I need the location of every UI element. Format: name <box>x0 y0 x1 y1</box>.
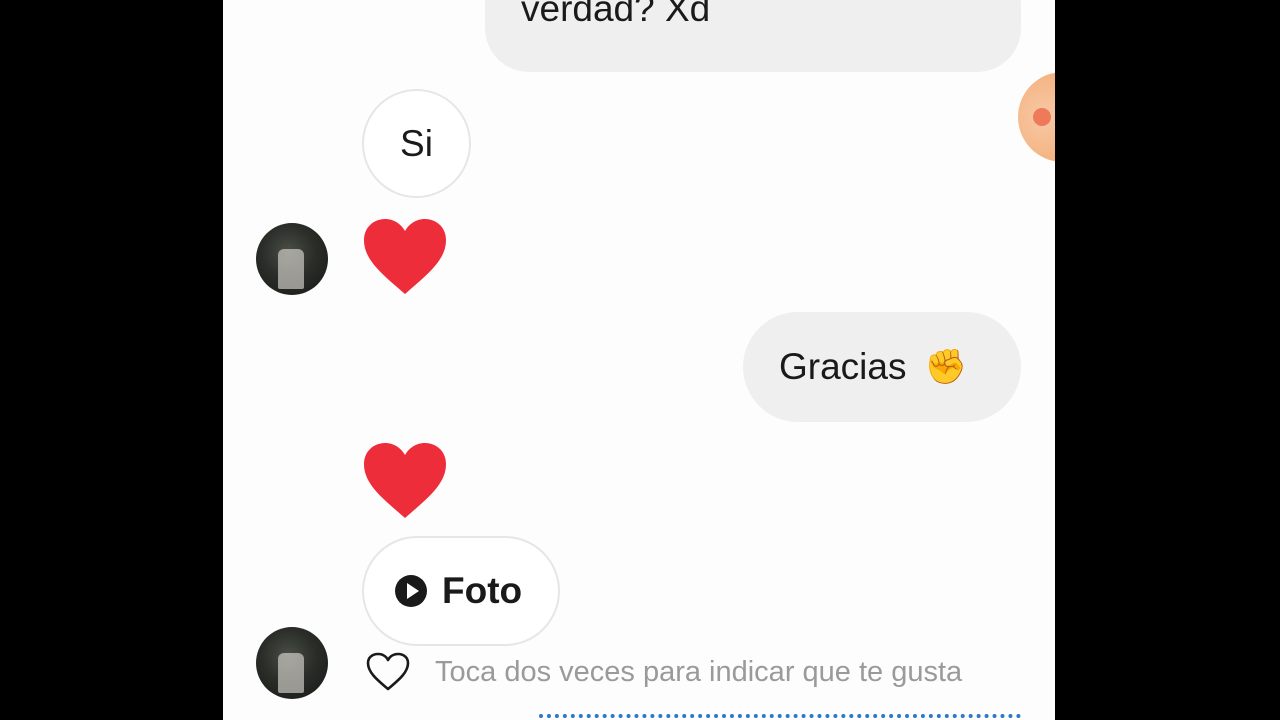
message-text: Si <box>400 122 433 164</box>
contact-avatar[interactable] <box>256 627 328 699</box>
photo-message-bubble[interactable]: Foto <box>362 536 560 646</box>
like-heart-outline-icon[interactable] <box>366 652 410 692</box>
message-text: verdad? Xd <box>521 0 711 29</box>
incoming-message-bubble[interactable]: Si <box>362 89 471 198</box>
dotted-divider <box>539 714 1021 718</box>
like-hint-text: Toca dos veces para indicar que te gusta <box>435 655 963 688</box>
message-text: Gracias <box>779 346 907 387</box>
floating-chat-head-icon[interactable] <box>1018 72 1055 162</box>
contact-avatar[interactable] <box>256 223 328 295</box>
heart-reaction-icon[interactable] <box>362 442 448 520</box>
outgoing-message-bubble[interactable]: Gracias ✊ <box>743 312 1021 422</box>
outgoing-message-bubble[interactable]: verdad? Xd <box>485 0 1021 72</box>
chat-screen: verdad? Xd Si Gracias ✊ Foto Toca dos ve… <box>223 0 1055 720</box>
heart-reaction-icon[interactable] <box>362 218 448 296</box>
raised-fist-emoji: ✊ <box>924 348 967 386</box>
play-icon <box>395 575 427 607</box>
like-hint-row[interactable]: Toca dos veces para indicar que te gusta <box>366 652 962 692</box>
photo-label: Foto <box>442 570 523 611</box>
